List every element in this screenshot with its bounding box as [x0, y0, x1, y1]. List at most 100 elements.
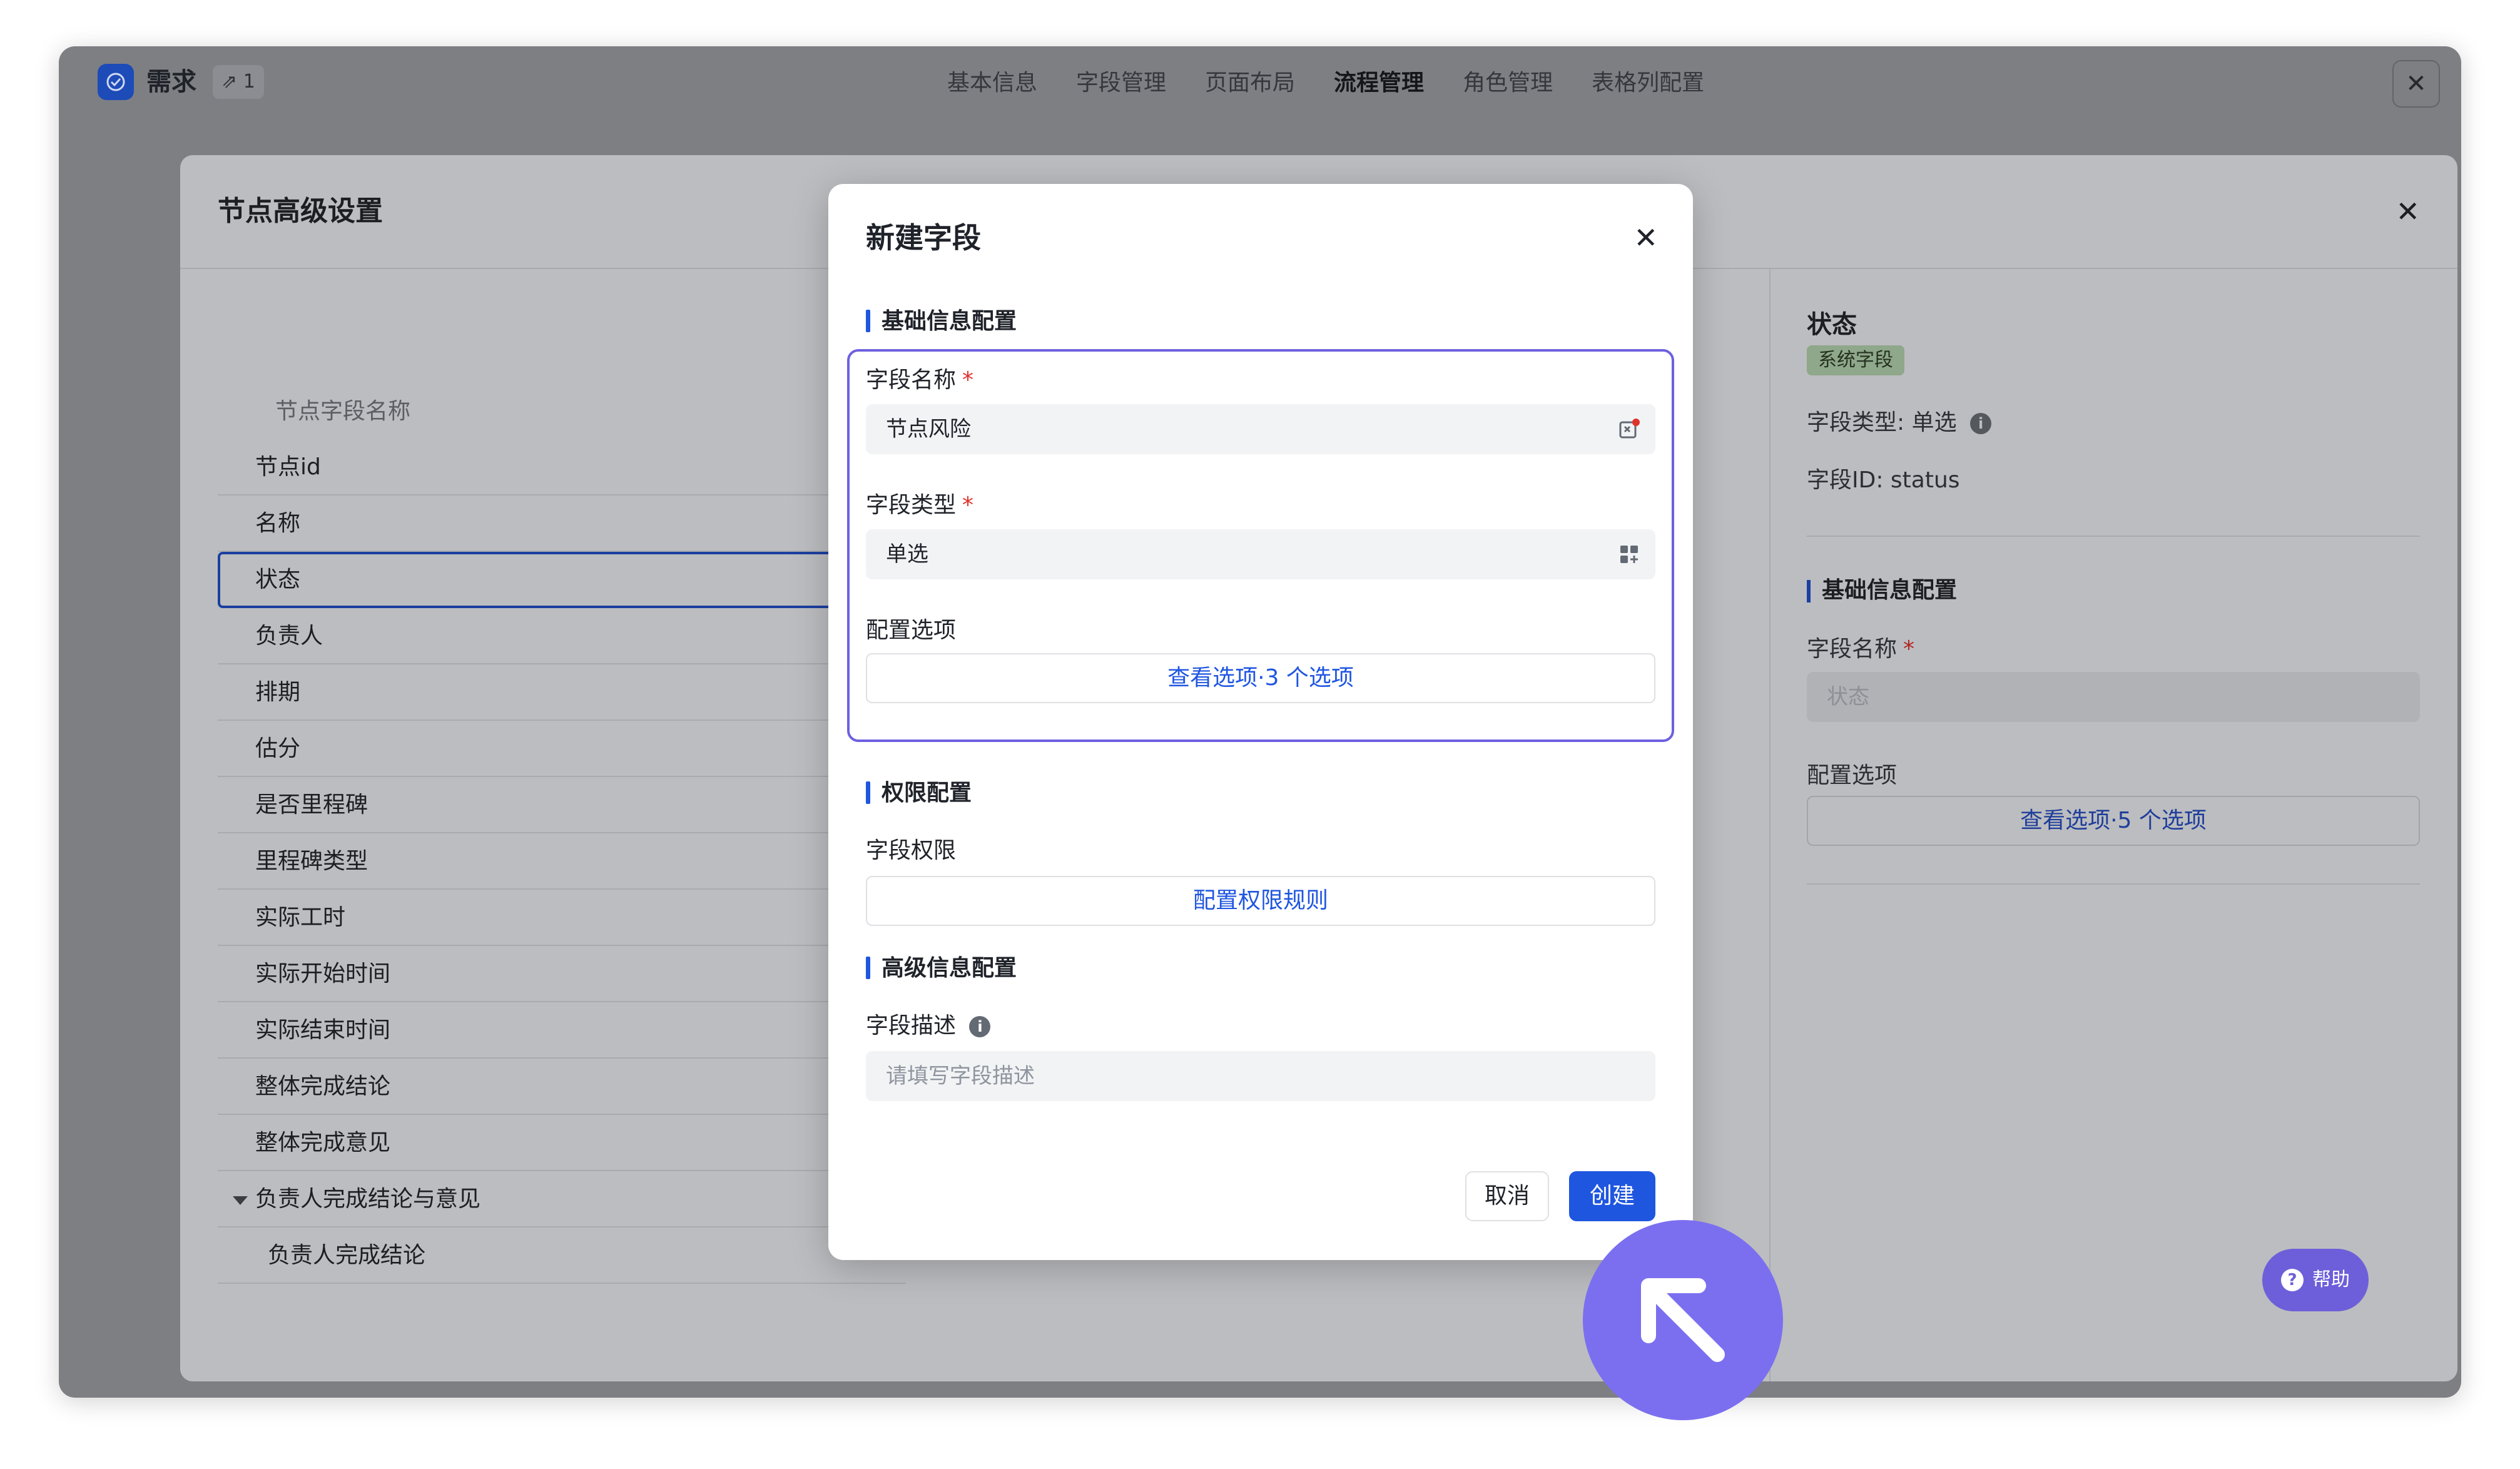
label-text: 字段类型 [866, 492, 957, 518]
node-field-row[interactable]: 里程碑类型 [218, 833, 906, 890]
help-label: 帮助 [2312, 1269, 2350, 1291]
options-label: 配置选项 [866, 618, 957, 643]
node-field-row[interactable]: 整体完成结论 [218, 1059, 906, 1115]
top-bar: 需求 ⇗ 1 基本信息 字段管理 页面布局 流程管理 角色管理 表格列配置 ✕ [59, 46, 2461, 121]
select-value: 单选 [886, 542, 928, 567]
create-button[interactable]: 创建 [1569, 1171, 1655, 1221]
node-field-list: 节点id 名称状态负责人排期估分是否里程碑里程碑类型实际工时实际开始时间 实际结束时… [218, 439, 906, 1284]
field-type-grid-icon [1620, 546, 1638, 563]
node-field-row[interactable]: 实际工时 [218, 890, 906, 946]
permission-label: 字段权限 [866, 838, 957, 863]
input-value: 状态 [1827, 684, 1869, 709]
node-field-row[interactable]: 负责人 [218, 608, 906, 664]
required-mark: * [962, 367, 974, 393]
label-text: 字段名称 [1807, 636, 1898, 662]
window-close-button[interactable]: ✕ [2392, 60, 2440, 108]
node-field-label: 实际开始时间 [255, 961, 391, 987]
cancel-button[interactable]: 取消 [1465, 1171, 1549, 1221]
cursor-pointer-icon [1583, 1220, 1783, 1420]
edit-translate-icon[interactable] [1617, 417, 1642, 442]
node-field-label: 负责人完成结论 [268, 1243, 426, 1268]
input-value: 节点风险 [886, 417, 971, 442]
tab-bar: 基本信息 字段管理 页面布局 流程管理 角色管理 表格列配置 [947, 65, 1704, 101]
info-icon[interactable]: i [1970, 413, 1992, 434]
panel-title: 节点高级设置 [218, 195, 383, 227]
sidebar-title: 状态 [1807, 310, 1857, 339]
field-id-value: status [1890, 467, 1960, 493]
sidebar-field-name-input[interactable]: 状态 [1807, 672, 2420, 722]
field-type-select[interactable]: 单选 [866, 529, 1655, 579]
sidebar-field-name-label: 字段名称 * [1807, 631, 2420, 663]
help-button[interactable]: ? 帮助 [2262, 1249, 2369, 1311]
node-field-row[interactable]: 排期 [218, 664, 906, 721]
section-advanced: 高级信息配置 [866, 953, 1017, 984]
sidebar-divider-1 [1807, 536, 2420, 537]
modal-close-icon[interactable]: ✕ [1633, 218, 1658, 258]
app-check-icon [98, 64, 134, 100]
node-field-row[interactable]: 状态 [218, 552, 906, 608]
label-text: 字段名称 [866, 367, 957, 393]
tab-0[interactable]: 基本信息 [947, 65, 1037, 101]
node-field-row[interactable]: 是否里程碑 [218, 777, 906, 833]
node-field-label: 实际结束时间 [255, 1017, 391, 1043]
node-field-label: 里程碑类型 [255, 848, 368, 874]
field-type-value: 单选 [1911, 410, 1957, 435]
description-label: 字段描述 i [866, 1011, 991, 1041]
node-field-label: 整体完成结论 [255, 1074, 391, 1099]
sidebar-view-options-button[interactable]: 查看选项·5 个选项 [1807, 796, 2420, 846]
node-field-label: 实际工时 [255, 905, 346, 930]
node-field-label: 节点id [255, 454, 321, 480]
expand-caret-icon[interactable] [233, 1196, 248, 1205]
tab-1[interactable]: 字段管理 [1076, 65, 1166, 101]
tab-4[interactable]: 角色管理 [1463, 65, 1553, 101]
node-field-label: 名称 [255, 511, 301, 536]
node-field-row[interactable]: 负责人完成结论 [218, 1228, 906, 1284]
node-field-row[interactable]: 估分 [218, 721, 906, 777]
node-field-label: 负责人完成结论与意见 [255, 1186, 481, 1212]
sidebar-divider-2 [1807, 883, 2420, 885]
section-permission: 权限配置 [866, 778, 972, 808]
view-options-button[interactable]: 查看选项·3 个选项 [866, 653, 1655, 703]
sidebar-divider [1769, 268, 1771, 1381]
new-field-modal: 新建字段 ✕ 基础信息配置 字段名称 * 节点风险 字段类型 * 单选 配置选项 查… [828, 184, 1693, 1260]
required-mark: * [1903, 636, 1915, 662]
node-field-label: 排期 [255, 679, 301, 705]
section-label: 基础信息配置 [1822, 577, 1958, 603]
section-basic-info: 基础信息配置 [866, 307, 1017, 337]
tab-3[interactable]: 流程管理 [1334, 65, 1424, 101]
section-marker [866, 781, 870, 804]
app-name: 需求 [146, 68, 196, 96]
node-field-row[interactable]: 负责人完成结论与意见 [218, 1171, 906, 1228]
section-marker [866, 957, 870, 979]
node-field-row[interactable]: 节点id [218, 439, 906, 496]
node-field-row[interactable]: 整体完成意见 [218, 1115, 906, 1171]
node-field-label: 是否里程碑 [255, 792, 368, 818]
node-field-row[interactable]: 实际开始时间 [218, 946, 906, 1002]
node-field-label: 状态 [255, 567, 301, 592]
node-field-label: 整体完成意见 [255, 1130, 391, 1156]
panel-close-icon[interactable]: ✕ [2396, 193, 2420, 230]
tab-5[interactable]: 表格列配置 [1592, 65, 1704, 101]
section-marker [1807, 580, 1811, 602]
field-id-label: 字段ID: [1807, 467, 1884, 493]
section-label: 基础信息配置 [881, 308, 1017, 334]
system-field-tag: 系统字段 [1807, 345, 1904, 375]
label-text: 字段描述 [866, 1013, 957, 1039]
sidebar-options-label: 配置选项 [1807, 763, 1898, 788]
modal-title: 新建字段 [866, 221, 981, 255]
field-name-input[interactable]: 节点风险 [866, 404, 1655, 454]
info-icon[interactable]: i [969, 1016, 991, 1037]
description-input[interactable]: 请填写字段描述 [866, 1051, 1655, 1101]
field-type-label: 字段类型 * [866, 491, 973, 521]
node-field-label: 负责人 [255, 623, 323, 649]
node-field-row[interactable]: 名称 [218, 496, 906, 552]
configure-permission-button[interactable]: 配置权限规则 [866, 876, 1655, 926]
sidebar-section-basic: 基础信息配置 [1807, 572, 2420, 604]
share-count-badge[interactable]: ⇗ 1 [213, 65, 264, 99]
sidebar-field-id: 字段ID: status [1807, 462, 2420, 494]
share-count: 1 [243, 71, 255, 93]
tab-2[interactable]: 页面布局 [1205, 65, 1295, 101]
field-name-label: 字段名称 * [866, 365, 973, 395]
sidebar-field-type: 字段类型: 单选 i [1807, 404, 2420, 437]
node-field-row[interactable]: 实际结束时间 [218, 1002, 906, 1059]
